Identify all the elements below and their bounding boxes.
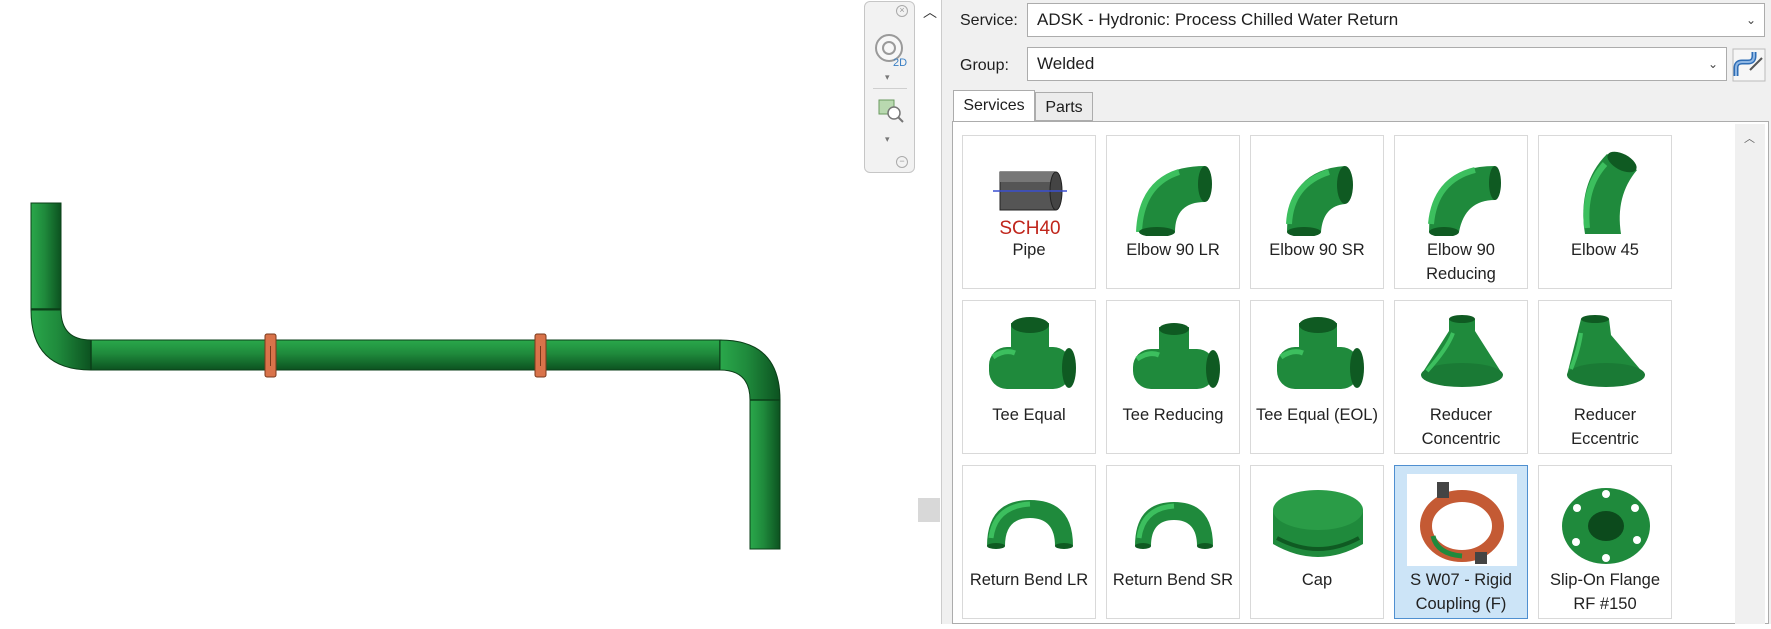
tee-reducing-icon [1133,323,1220,389]
chevron-up-icon[interactable]: ︿ [1744,130,1755,146]
part-tile-tee-equal[interactable]: Tee Equal [962,300,1096,454]
wheel-2d-label: 2D [893,57,907,69]
part-tile-tee-reducing[interactable]: Tee Reducing [1106,300,1240,454]
pipe-elbow[interactable] [30,309,92,371]
part-tile-reducer-concentric[interactable]: Reducer Concentric [1394,300,1528,454]
tee-equal-icon [989,317,1076,389]
service-label: Service: [960,12,1018,29]
chevron-up-icon[interactable]: ︿ [923,2,937,22]
cap-icon [1273,490,1363,557]
part-label: Cap [1301,571,1333,589]
part-tile-return-bend-lr[interactable]: Return Bend LR [962,465,1096,619]
chevron-down-icon[interactable]: ▾ [885,72,890,83]
elbow-90-lr-icon [1136,166,1212,236]
part-label: S W07 - Rigid Coupling (F) [1410,571,1512,613]
minimize-icon[interactable]: − [896,156,908,168]
part-tile-elbow-90-reducing[interactable]: Elbow 90 Reducing [1394,135,1528,289]
part-tile-elbow-90-sr[interactable]: Elbow 90 SR [1250,135,1384,289]
pipe-segment[interactable] [90,339,722,371]
reducer-concentric-icon [1421,315,1503,387]
coupling[interactable] [264,333,277,378]
part-tile-rigid-coupling[interactable]: S W07 - Rigid Coupling (F) [1394,465,1528,619]
elbow-90-reducing-icon [1428,166,1501,236]
return-bend-lr-icon [987,500,1073,549]
tab-services[interactable]: Services [953,90,1035,122]
pipe-segment[interactable] [749,399,781,550]
part-label: Elbow 90 SR [1269,241,1365,259]
part-label: Reducer Eccentric [1571,406,1639,448]
part-label: Elbow 90 Reducing [1426,241,1496,283]
group-value: Welded [1037,54,1095,73]
slip-on-flange-icon [1562,488,1650,564]
chevron-down-icon[interactable]: ▾ [885,134,890,145]
divider [873,88,907,89]
close-icon[interactable]: × [896,5,908,17]
parts-scrollbar[interactable]: ︿ [1735,124,1765,624]
part-tile-slip-on-flange[interactable]: Slip-On Flange RF #150 [1538,465,1672,619]
coupling[interactable] [534,333,547,378]
return-bend-sr-icon [1135,502,1213,549]
group-label: Group: [960,57,1009,74]
part-tile-tee-equal-eol[interactable]: Tee Equal (EOL) [1250,300,1384,454]
steering-wheel-icon[interactable]: 2D [873,30,909,70]
part-label: Reducer Concentric [1421,406,1501,448]
pipe-elbow[interactable] [719,339,781,401]
scrollbar-thumb[interactable] [918,498,940,522]
part-tile-pipe[interactable]: SCH40 Pipe [962,135,1096,289]
part-label: Tee Equal [992,406,1066,424]
pipe-run[interactable] [0,0,860,624]
zoom-icon[interactable] [877,97,905,125]
pipe-icon: SCH40 [993,171,1067,236]
part-label: Elbow 90 LR [1126,241,1220,259]
part-label: Return Bend LR [969,571,1089,589]
elbow-90-sr-icon [1286,166,1353,236]
pipe-schedule-badge: SCH40 [999,218,1060,236]
group-dropdown[interactable]: Welded ⌄ [1027,47,1727,81]
part-tile-reducer-eccentric[interactable]: Reducer Eccentric [1538,300,1672,454]
tab-parts[interactable]: Parts [1035,92,1093,121]
part-label: Return Bend SR [1112,571,1234,589]
service-dropdown[interactable]: ADSK - Hydronic: Process Chilled Water R… [1027,3,1765,37]
elbow-45-icon [1583,151,1637,234]
drawing-canvas[interactable] [0,0,860,624]
part-tile-cap[interactable]: Cap [1250,465,1384,619]
part-tile-elbow-45[interactable]: Elbow 45 [1538,135,1672,289]
pipe-segment[interactable] [30,202,62,311]
chevron-down-icon: ⌄ [1745,13,1756,27]
part-label: Tee Equal (EOL) [1256,406,1378,424]
service-value: ADSK - Hydronic: Process Chilled Water R… [1037,10,1399,29]
rigid-coupling-icon [1407,474,1517,566]
part-label: Tee Reducing [1122,406,1224,424]
tee-equal-eol-icon [1277,317,1364,389]
part-label: Pipe [1012,241,1046,259]
part-label: Slip-On Flange RF #150 [1549,571,1661,613]
part-tile-elbow-90-lr[interactable]: Elbow 90 LR [1106,135,1240,289]
reducer-eccentric-icon [1567,315,1645,387]
part-tile-return-bend-sr[interactable]: Return Bend SR [1106,465,1240,619]
chevron-down-icon: ⌄ [1707,57,1718,71]
navigation-bar: × 2D ▾ ▾ − [864,1,915,173]
routing-pipe-icon[interactable] [1732,48,1766,82]
part-label: Elbow 45 [1571,241,1639,259]
